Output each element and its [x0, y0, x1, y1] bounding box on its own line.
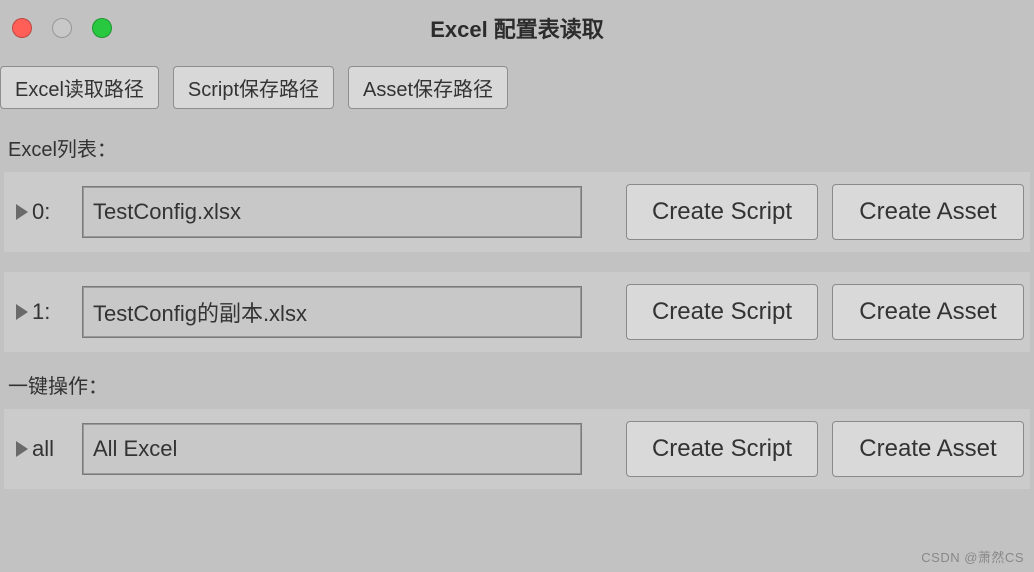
- filename-field[interactable]: TestConfig的副本.xlsx: [82, 286, 582, 338]
- create-script-button[interactable]: Create Script: [626, 284, 818, 340]
- excel-read-path-button[interactable]: Excel读取路径: [0, 66, 159, 109]
- window-controls: [12, 18, 112, 38]
- list-item: all All Excel Create Script Create Asset: [4, 409, 1030, 489]
- asset-save-path-button[interactable]: Asset保存路径: [348, 66, 508, 109]
- row-index: all: [32, 436, 54, 462]
- batch-section: all All Excel Create Script Create Asset: [0, 405, 1034, 493]
- create-script-button[interactable]: Create Script: [626, 184, 818, 240]
- filename-field[interactable]: TestConfig.xlsx: [82, 186, 582, 238]
- row-foldout-all[interactable]: all: [10, 436, 72, 462]
- window-title: Excel 配置表读取: [0, 12, 1034, 44]
- list-item: 0: TestConfig.xlsx Create Script Create …: [4, 172, 1030, 252]
- list-item: 1: TestConfig的副本.xlsx Create Script Crea…: [4, 272, 1030, 352]
- create-asset-button[interactable]: Create Asset: [832, 421, 1024, 477]
- toolbar: Excel读取路径 Script保存路径 Asset保存路径: [0, 56, 1034, 119]
- row-foldout-1[interactable]: 1:: [10, 299, 72, 325]
- row-foldout-0[interactable]: 0:: [10, 199, 72, 225]
- row-index: 1:: [32, 299, 50, 325]
- batch-label: 一键操作：: [0, 356, 1034, 405]
- filename-text: TestConfig的副本.xlsx: [93, 296, 307, 328]
- create-asset-button[interactable]: Create Asset: [832, 284, 1024, 340]
- triangle-right-icon: [16, 204, 28, 220]
- filename-text: TestConfig.xlsx: [93, 199, 241, 225]
- triangle-right-icon: [16, 304, 28, 320]
- row-index: 0:: [32, 199, 50, 225]
- filename-text: All Excel: [93, 436, 177, 462]
- excel-list: 0: TestConfig.xlsx Create Script Create …: [0, 168, 1034, 356]
- minimize-icon[interactable]: [52, 18, 72, 38]
- create-asset-button[interactable]: Create Asset: [832, 184, 1024, 240]
- watermark: CSDN @萧然CS: [921, 547, 1024, 566]
- titlebar: Excel 配置表读取: [0, 0, 1034, 56]
- filename-field[interactable]: All Excel: [82, 423, 582, 475]
- close-icon[interactable]: [12, 18, 32, 38]
- maximize-icon[interactable]: [92, 18, 112, 38]
- excel-list-label: Excel列表：: [0, 119, 1034, 168]
- script-save-path-button[interactable]: Script保存路径: [173, 66, 334, 109]
- triangle-right-icon: [16, 441, 28, 457]
- create-script-button[interactable]: Create Script: [626, 421, 818, 477]
